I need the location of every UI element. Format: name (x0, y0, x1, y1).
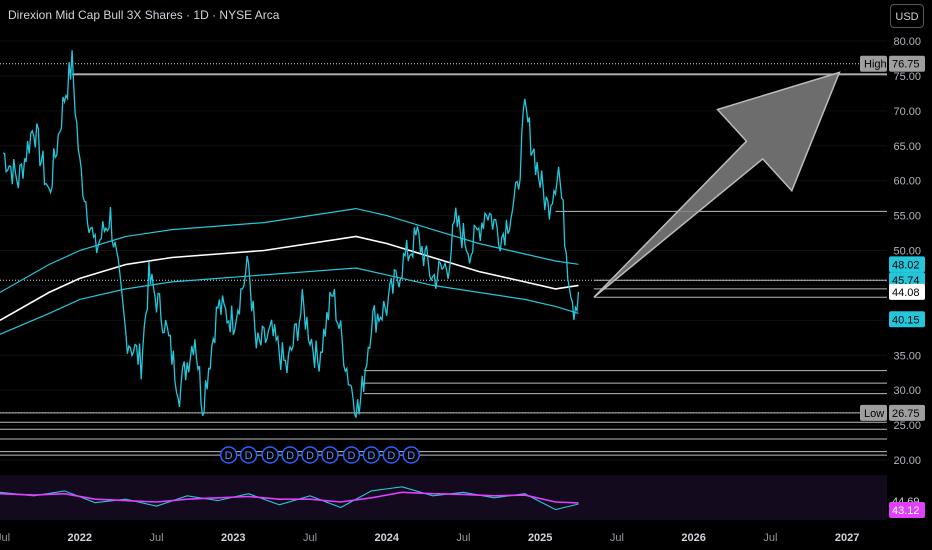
y-tick-label: 20.00 (893, 455, 921, 467)
y-tick-label: 50.00 (893, 246, 921, 258)
moving-average-line (0, 235, 579, 321)
y-tick-label: 35.00 (893, 350, 921, 362)
y-tick-label: 55.00 (893, 211, 921, 223)
dividend-label: D (347, 450, 355, 462)
y-tick-label: 25.00 (893, 420, 921, 432)
y-tick-label: 60.00 (893, 176, 921, 188)
y-tick-label: 80.00 (893, 36, 921, 48)
rsi-background (0, 475, 887, 520)
price-chart[interactable]: DDDDDDDDDD 20.0025.0030.0035.0040.0045.0… (0, 0, 932, 550)
x-tick-label: Jul (610, 532, 624, 544)
dividend-label: D (367, 450, 375, 462)
x-tick-label: Jul (303, 532, 317, 544)
dividend-label: D (326, 450, 334, 462)
dividend-label: D (387, 450, 395, 462)
rsi-pane (0, 475, 887, 520)
price-line (2, 50, 580, 418)
dividend-label: D (286, 450, 294, 462)
x-tick-label: 2026 (681, 532, 705, 544)
price-tag-label: Low (864, 408, 884, 420)
dividend-label: D (225, 450, 233, 462)
price-tags: 76.75High48.0245.7444.0840.1526.75Low44.… (860, 55, 925, 518)
y-tick-label: 30.00 (893, 385, 921, 397)
price-tag: 48.02 (892, 259, 920, 271)
dividend-label: D (407, 450, 415, 462)
price-axis[interactable]: 20.0025.0030.0035.0040.0045.0050.0055.00… (893, 36, 921, 467)
band-line (0, 267, 579, 335)
x-tick-label: Jul (149, 532, 163, 544)
x-tick-label: Jul (0, 532, 10, 544)
time-axis[interactable]: Jul 2022 Jul 2023 Jul 2024 Jul 2025 Jul 2026 Jul 20… (0, 532, 859, 544)
x-tick-label: 2023 (221, 532, 245, 544)
price-tag: 40.15 (892, 314, 920, 326)
dividend-label: D (266, 450, 274, 462)
dividend-label: D (306, 450, 314, 462)
x-tick-label: 2025 (528, 532, 552, 544)
x-tick-label: Jul (763, 532, 777, 544)
chart-title: Direxion Mid Cap Bull 3X Shares · 1D · N… (8, 8, 280, 22)
y-tick-label: 75.00 (893, 71, 921, 83)
y-tick-label: 70.00 (893, 106, 921, 118)
arrow-shape (593, 71, 841, 298)
price-tag-label: High (864, 59, 887, 71)
rsi-tag: 43.12 (892, 505, 920, 517)
x-tick-label: 2022 (68, 532, 92, 544)
x-tick-label: 2024 (374, 532, 399, 544)
price-tag: 26.75 (892, 408, 920, 420)
price-tag: 44.08 (892, 287, 920, 299)
dividend-label: D (245, 450, 253, 462)
x-tick-label: Jul (456, 532, 470, 544)
projection-arrow[interactable] (593, 71, 841, 298)
price-series (2, 50, 580, 418)
x-tick-label: 2027 (835, 532, 859, 544)
y-tick-label: 65.00 (893, 141, 921, 153)
currency-button[interactable]: USD (890, 4, 924, 28)
price-tag: 76.75 (892, 59, 920, 71)
